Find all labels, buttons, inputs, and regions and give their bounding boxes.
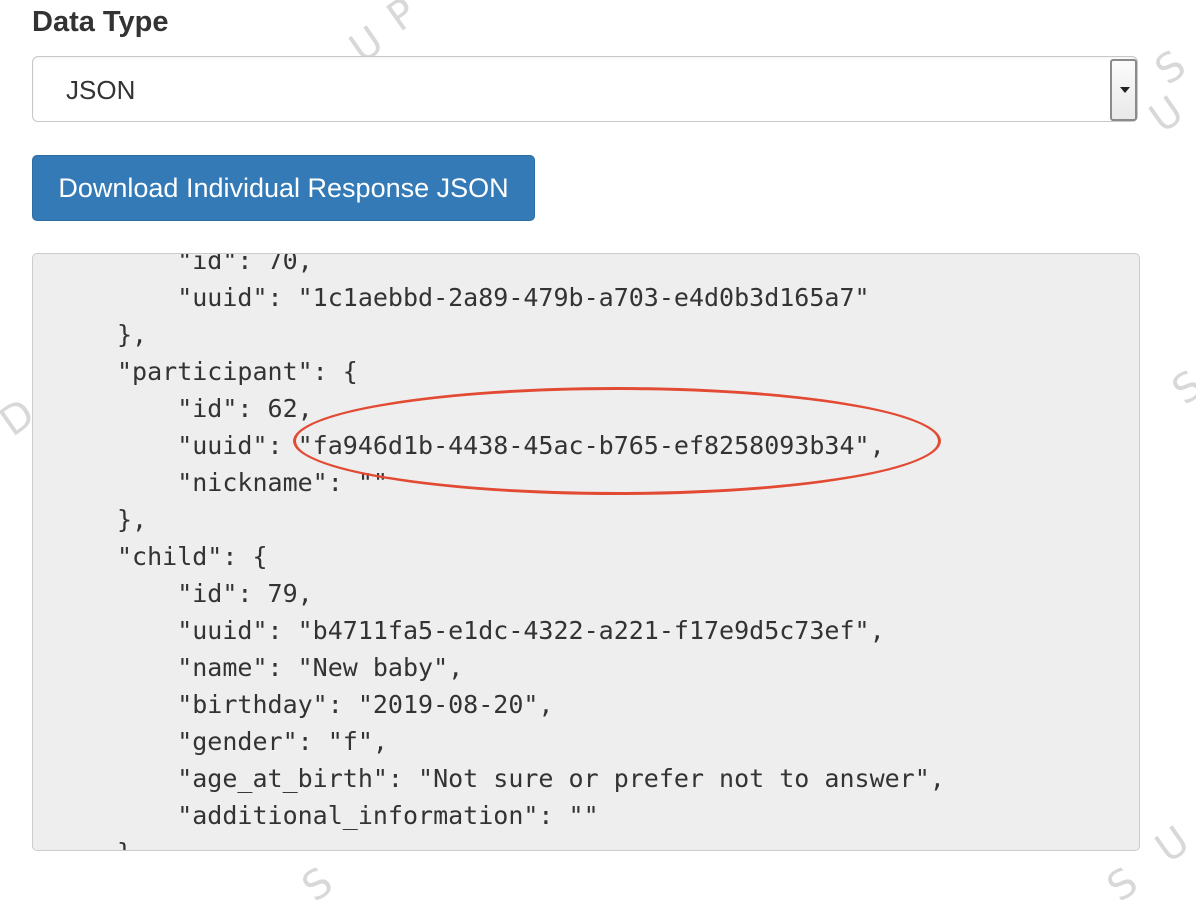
watermark-glyph: P [378,0,426,41]
data-type-select[interactable]: JSON [32,56,1138,122]
watermark-glyph: S [1147,41,1195,95]
json-line: "gender": "f", [117,727,388,756]
json-line: "id": 70, [117,253,313,275]
data-type-selected-value: JSON [66,75,136,105]
json-line: "id": 79, [117,579,313,608]
json-line: "id": 62, [117,394,313,423]
json-line: "nickname": "" [117,468,388,497]
chevron-down-icon [1120,87,1130,93]
json-line: "uuid": "fa946d1b-4438-45ac-b765-ef82580… [117,431,885,460]
watermark-glyph: S [294,858,342,900]
download-json-button[interactable]: Download Individual Response JSON [32,155,535,221]
watermark-glyph: U [1147,817,1196,873]
select-dropdown-toggle[interactable] [1110,59,1137,121]
json-line: "participant": { [117,357,358,386]
json-viewer[interactable]: "id": 70, "uuid": "1c1aebbd-2a89-479b-a7… [32,253,1140,851]
watermark-glyph: U [1141,87,1192,143]
data-type-label: Data Type [32,6,169,38]
json-line: "birthday": "2019-08-20", [117,690,554,719]
json-line: "uuid": "b4711fa5-e1dc-4322-a221-f17e9d5… [117,616,885,645]
json-line: } [117,834,132,850]
json-line: "name": "New baby", [117,653,464,682]
json-line: }, [117,320,148,349]
watermark-glyph: S [1164,361,1196,415]
json-line: "child": { [117,542,268,571]
json-line: "age_at_birth": "Not sure or prefer not … [117,764,945,793]
json-line: "uuid": "1c1aebbd-2a89-479b-a703-e4d0b3d… [117,283,870,312]
watermark-glyph: S [1099,858,1147,900]
json-line: "additional_information": "" [117,801,599,830]
json-line: }, [117,505,148,534]
